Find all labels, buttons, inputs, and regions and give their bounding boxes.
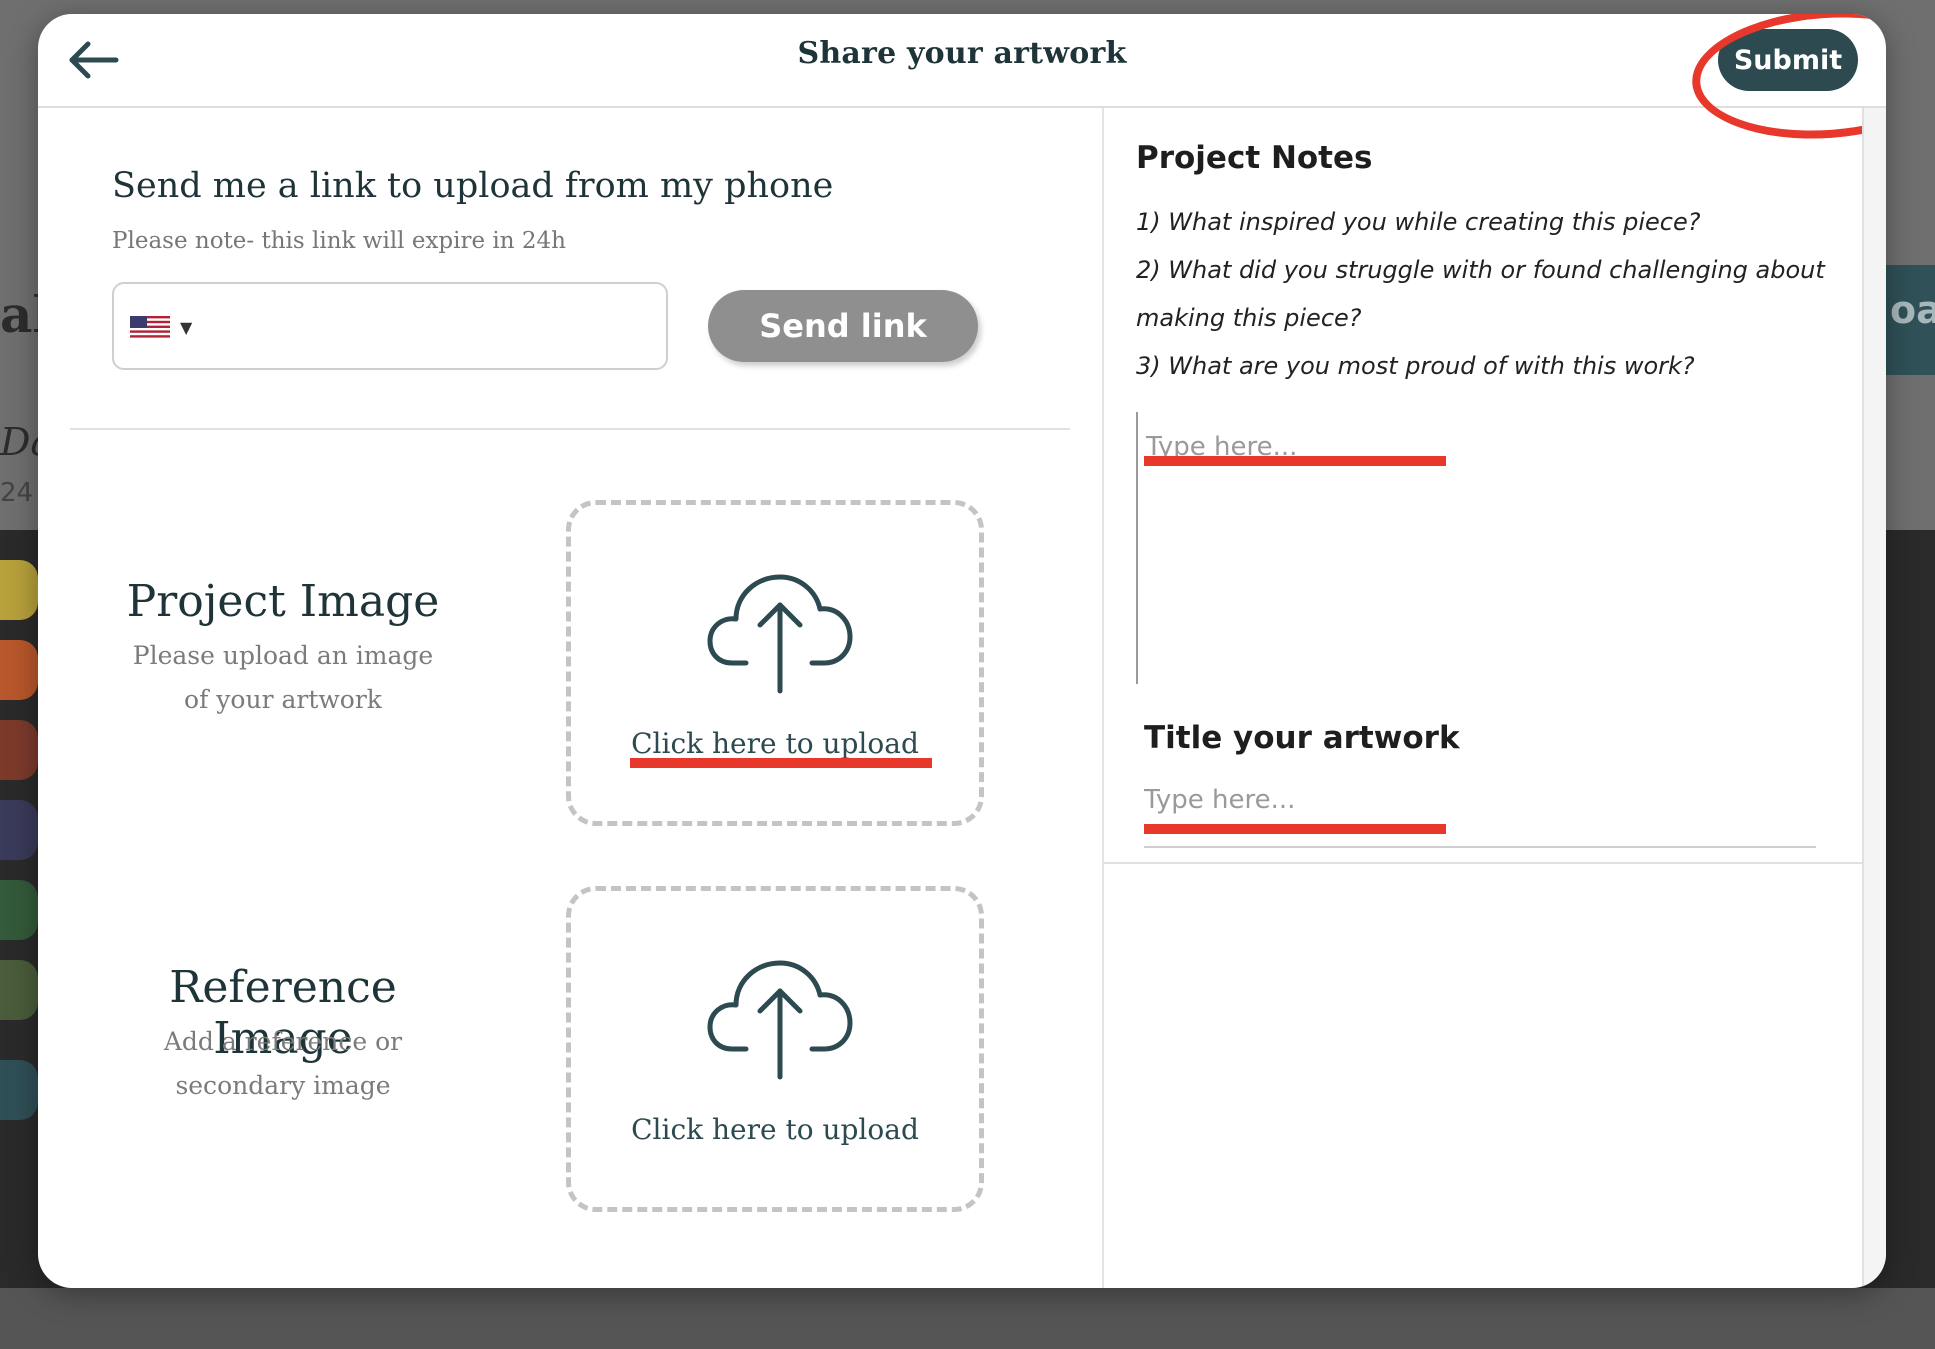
send-link-button[interactable]: Send link: [708, 290, 978, 362]
column-divider: [1102, 108, 1104, 1288]
project-image-upload[interactable]: Click here to upload: [566, 500, 984, 826]
title-underline-annotation: [1144, 824, 1446, 834]
title-artwork-heading: Title your artwork: [1144, 720, 1460, 756]
notes-question-2: 2) What did you struggle with or found c…: [1136, 256, 1825, 332]
notes-question-1: 1) What inspired you while creating this…: [1136, 208, 1701, 236]
background-swatch: [0, 800, 38, 860]
section-divider: [70, 428, 1070, 430]
phone-number-field[interactable]: ▼: [112, 282, 668, 370]
artwork-title-input[interactable]: [1144, 776, 1816, 848]
reference-image-subtitle: Add a reference or secondary image: [163, 1027, 403, 1100]
reference-image-upload[interactable]: Click here to upload: [566, 886, 984, 1212]
background-swatch: [0, 1060, 38, 1120]
background-date-fragment: 24: [0, 478, 34, 508]
scrollbar-track[interactable]: [1862, 108, 1886, 1288]
project-image-title: Project Image: [126, 576, 440, 627]
project-image-upload-label[interactable]: Click here to upload: [571, 727, 979, 760]
background-swatch: [0, 640, 38, 700]
upload-underline-annotation: [630, 758, 932, 768]
phone-link-note: Please note- this link will expire in 24…: [112, 228, 566, 254]
background-swatch: [0, 720, 38, 780]
caret-down-icon[interactable]: ▼: [180, 318, 192, 337]
modal-header: Share your artwork Submit: [38, 14, 1886, 108]
modal-title: Share your artwork: [797, 36, 1127, 71]
submit-button[interactable]: Submit: [1718, 29, 1858, 91]
share-artwork-modal: Share your artwork Submit Send me a link…: [38, 14, 1886, 1288]
project-notes-heading: Project Notes: [1136, 140, 1373, 176]
background-button-fragment: oa: [1890, 288, 1935, 332]
us-flag-icon[interactable]: [130, 316, 170, 340]
reference-image-upload-label[interactable]: Click here to upload: [571, 1113, 979, 1146]
project-image-subtitle: Please upload an image of your artwork: [132, 641, 434, 714]
right-section-divider: [1104, 862, 1862, 864]
cloud-upload-icon: [707, 574, 853, 694]
cloud-upload-icon: [707, 960, 853, 1080]
notes-question-3: 3) What are you most proud of with this …: [1136, 352, 1695, 380]
background-swatch: [0, 960, 38, 1020]
phone-link-heading: Send me a link to upload from my phone: [112, 166, 834, 206]
project-notes-textarea[interactable]: [1136, 412, 1836, 684]
background-footer: [0, 1288, 1935, 1349]
background-swatch: [0, 560, 38, 620]
notes-underline-annotation: [1144, 456, 1446, 466]
background-swatch: [0, 880, 38, 940]
